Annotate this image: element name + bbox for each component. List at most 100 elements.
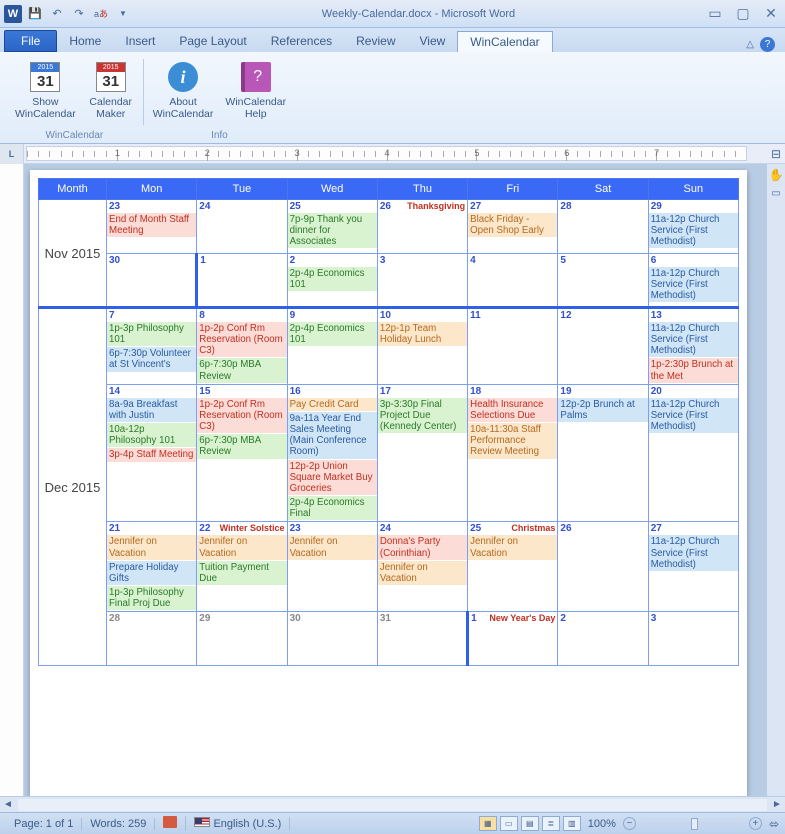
calendar-event[interactable]: 1p-2p Conf Rm Reservation (Room C3) <box>197 322 286 357</box>
calendar-cell[interactable]: 3 <box>377 254 467 308</box>
calendar-event[interactable]: Donna's Party (Corinthian) <box>378 535 467 559</box>
calendar-event[interactable]: 11a-12p Church Service (First Methodist) <box>649 213 738 248</box>
scroll-left-button[interactable]: ◄ <box>0 799 16 810</box>
calendar-cell[interactable]: 27Black Friday - Open Shop Early <box>468 200 558 254</box>
calendar-event[interactable]: 3p-4p Staff Meeting <box>107 448 196 461</box>
hand-tool-icon[interactable]: ✋ <box>769 168 784 182</box>
calendar-event[interactable]: Jennifer on Vacation <box>197 535 286 559</box>
calendar-cell[interactable]: 22p-4p Economics 101 <box>287 254 377 308</box>
file-tab[interactable]: File <box>4 30 57 52</box>
zoom-out-button[interactable]: − <box>623 817 636 830</box>
calendar-cell[interactable]: 26Thanksgiving <box>377 200 467 254</box>
calendar-cell[interactable]: 30 <box>287 612 377 666</box>
calendar-cell[interactable]: 257p-9p Thank you dinner for Associates <box>287 200 377 254</box>
zoom-fit-button[interactable]: ⬄ <box>769 817 779 831</box>
language-indicator[interactable]: English (U.S.) <box>186 817 290 830</box>
calendar-event[interactable]: 1p-3p Philosophy Final Proj Due <box>107 586 196 610</box>
tab-review[interactable]: Review <box>344 31 407 52</box>
calendar-cell[interactable]: 24Donna's Party (Corinthian)Jennifer on … <box>377 522 467 612</box>
ruler-corner[interactable]: L <box>0 144 24 164</box>
calendar-event[interactable]: 11a-12p Church Service (First Methodist) <box>649 398 738 433</box>
calendar-event[interactable]: 10a-12p Philosophy 101 <box>107 423 196 447</box>
calendar-cell[interactable]: 11 <box>468 308 558 385</box>
calendar-event[interactable]: 1p-3p Philosophy 101 <box>107 322 196 346</box>
calendar-event[interactable]: 3p-3:30p Final Project Due (Kennedy Cent… <box>378 398 467 433</box>
language-button[interactable]: aあ <box>92 5 110 23</box>
zoom-in-button[interactable]: + <box>749 817 762 830</box>
tab-home[interactable]: Home <box>57 31 113 52</box>
calendar-event[interactable]: Tuition Payment Due <box>197 561 286 585</box>
calendar-cell[interactable]: 92p-4p Economics 101 <box>287 308 377 385</box>
web-layout-view-button[interactable]: ▤ <box>521 816 539 831</box>
calendar-event[interactable]: 12p-2p Brunch at Palms <box>558 398 647 422</box>
tab-page-layout[interactable]: Page Layout <box>167 31 258 52</box>
calendar-cell[interactable]: 5 <box>558 254 648 308</box>
close-button[interactable]: ✕ <box>761 7 781 21</box>
calendar-cell[interactable]: 12 <box>558 308 648 385</box>
calendar-event[interactable]: 11a-12p Church Service (First Methodist) <box>649 322 738 357</box>
calendar-cell[interactable]: 151p-2p Conf Rm Reservation (Room C3)6p-… <box>197 384 287 522</box>
print-layout-view-button[interactable]: ▦ <box>479 816 497 831</box>
calendar-cell[interactable]: 28 <box>558 200 648 254</box>
calendar-cell[interactable]: 173p-3:30p Final Project Due (Kennedy Ce… <box>377 384 467 522</box>
calendar-cell[interactable]: 1311a-12p Church Service (First Methodis… <box>648 308 738 385</box>
calendar-cell[interactable]: 2711a-12p Church Service (First Methodis… <box>648 522 738 612</box>
calendar-event[interactable]: 1p-2:30p Brunch at the Met <box>649 358 738 382</box>
calendar-cell[interactable]: 31 <box>377 612 467 666</box>
calendar-cell[interactable]: 3 <box>648 612 738 666</box>
calendar-cell[interactable]: 2911a-12p Church Service (First Methodis… <box>648 200 738 254</box>
calendar-event[interactable]: End of Month Staff Meeting <box>107 213 196 237</box>
calendar-cell[interactable]: 25ChristmasJennifer on Vacation <box>468 522 558 612</box>
calendar-cell[interactable]: 611a-12p Church Service (First Methodist… <box>648 254 738 308</box>
calendar-cell[interactable]: 21Jennifer on VacationPrepare Holiday Gi… <box>107 522 197 612</box>
calendar-event[interactable]: 12p-2p Union Square Market Buy Groceries <box>288 460 377 495</box>
calendar-cell[interactable]: 18Health Insurance Selections Due10a-11:… <box>468 384 558 522</box>
calendar-event[interactable]: 7p-9p Thank you dinner for Associates <box>288 213 377 248</box>
tab-insert[interactable]: Insert <box>113 31 167 52</box>
calendar-cell[interactable]: 4 <box>468 254 558 308</box>
calendar-cell[interactable]: 26 <box>558 522 648 612</box>
draft-view-button[interactable]: ▥ <box>563 816 581 831</box>
save-button[interactable]: 💾 <box>26 5 44 23</box>
calendar-event[interactable]: 1p-2p Conf Rm Reservation (Room C3) <box>197 398 286 433</box>
page-indicator[interactable]: Page: 1 of 1 <box>6 818 82 830</box>
ribbon-minimize-icon[interactable]: △ <box>746 39 754 50</box>
calendar-cell[interactable]: 2 <box>558 612 648 666</box>
calendar-event[interactable]: Health Insurance Selections Due <box>468 398 557 422</box>
calendar-event[interactable]: Jennifer on Vacation <box>288 535 377 559</box>
wincalendar-help-button[interactable]: ? WinCalendar Help <box>222 57 289 123</box>
calendar-event[interactable]: 9a-11a Year End Sales Meeting (Main Conf… <box>288 412 377 459</box>
redo-button[interactable]: ↷ <box>70 5 88 23</box>
calendar-cell[interactable]: 1912p-2p Brunch at Palms <box>558 384 648 522</box>
undo-button[interactable]: ↶ <box>48 5 66 23</box>
calendar-event[interactable]: 2p-4p Economics 101 <box>288 267 377 291</box>
calendar-cell[interactable]: 71p-3p Philosophy 1016p-7:30p Volunteer … <box>107 308 197 385</box>
proofing-icon[interactable] <box>155 816 186 831</box>
calendar-cell[interactable]: 1New Year's Day <box>468 612 558 666</box>
calendar-cell[interactable]: 29 <box>197 612 287 666</box>
calendar-cell[interactable]: 16Pay Credit Card9a-11a Year End Sales M… <box>287 384 377 522</box>
tab-view[interactable]: View <box>408 31 458 52</box>
zoom-level[interactable]: 100% <box>588 818 616 830</box>
calendar-event[interactable]: Prepare Holiday Gifts <box>107 561 196 585</box>
help-icon[interactable]: ? <box>760 37 775 52</box>
full-screen-view-button[interactable]: ▭ <box>500 816 518 831</box>
calendar-cell[interactable]: 30 <box>107 254 197 308</box>
select-tool-icon[interactable]: ▭ <box>771 188 780 199</box>
maximize-button[interactable]: ▢ <box>733 7 753 21</box>
calendar-cell[interactable]: 1 <box>197 254 287 308</box>
calendar-cell[interactable]: 23Jennifer on Vacation <box>287 522 377 612</box>
word-app-icon[interactable]: W <box>4 5 22 23</box>
calendar-event[interactable]: 6p-7:30p MBA Review <box>197 434 286 458</box>
calendar-cell[interactable]: 28 <box>107 612 197 666</box>
about-wincalendar-button[interactable]: i About WinCalendar <box>150 57 217 123</box>
calendar-event[interactable]: 8a-9a Breakfast with Justin <box>107 398 196 422</box>
zoom-slider[interactable] <box>645 822 740 826</box>
calendar-event[interactable]: 2p-4p Economics 101 <box>288 322 377 346</box>
calendar-event[interactable]: Black Friday - Open Shop Early <box>468 213 557 237</box>
calendar-cell[interactable]: 148a-9a Breakfast with Justin10a-12p Phi… <box>107 384 197 522</box>
calendar-event[interactable]: 10a-11:30a Staff Performance Review Meet… <box>468 423 557 458</box>
tab-references[interactable]: References <box>259 31 344 52</box>
calendar-cell[interactable]: 22Winter SolsticeJennifer on VacationTui… <box>197 522 287 612</box>
outline-view-button[interactable]: ≣ <box>542 816 560 831</box>
